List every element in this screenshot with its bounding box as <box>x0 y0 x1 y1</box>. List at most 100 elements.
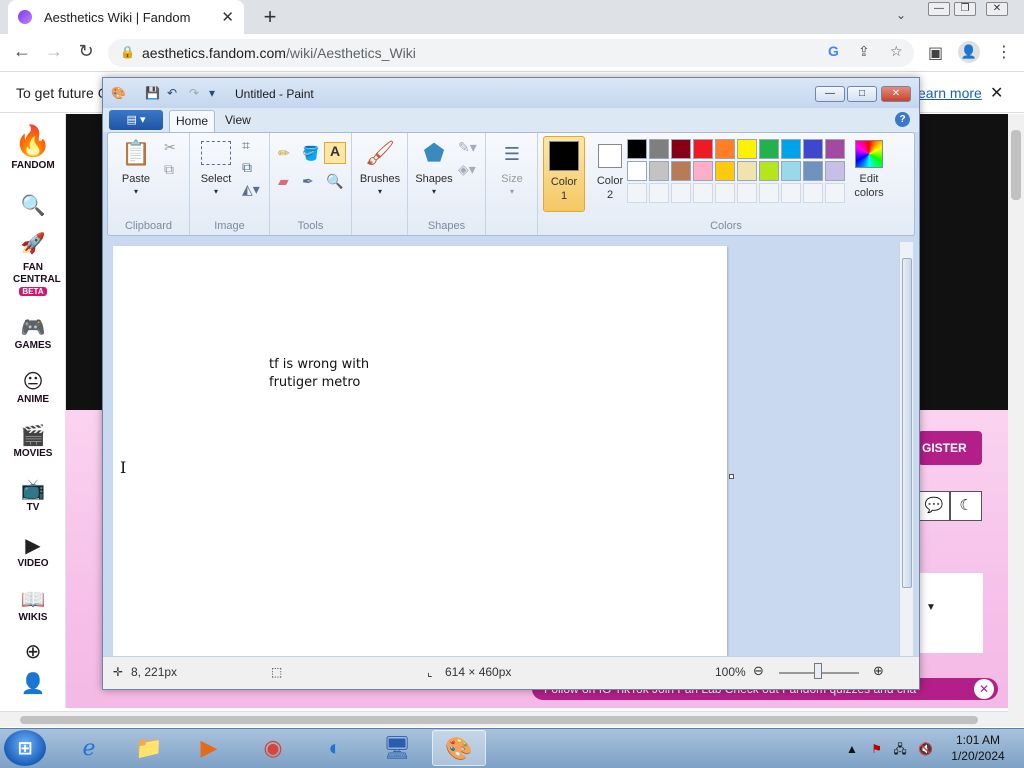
palette-swatch[interactable] <box>715 139 735 159</box>
volume-muted-icon[interactable]: 🔇 <box>918 742 933 756</box>
media-player-icon[interactable]: ▶ <box>182 730 236 766</box>
tab-search-icon[interactable]: ⌄ <box>896 8 906 22</box>
palette-swatch[interactable] <box>825 139 845 159</box>
magnifier-icon[interactable]: 🔍 <box>326 173 343 190</box>
paint-minimize-button[interactable]: — <box>815 86 845 102</box>
palette-swatch-empty[interactable] <box>627 183 647 203</box>
paint-close-button[interactable]: ✕ <box>881 86 911 102</box>
rail-video[interactable]: ▶ VIDEO <box>0 534 66 569</box>
resize-icon[interactable]: ⧉ <box>242 159 252 176</box>
palette-swatch-empty[interactable] <box>649 183 669 203</box>
redo-icon[interactable]: ↷ <box>189 86 199 100</box>
palette-swatch[interactable] <box>627 161 647 181</box>
palette-swatch-empty[interactable] <box>693 183 713 203</box>
rail-anime[interactable]: 😐 ANIME <box>0 370 66 405</box>
zoom-slider-thumb[interactable] <box>814 663 822 679</box>
browser-tab[interactable]: Aesthetics Wiki | Fandom ✕ <box>8 0 244 34</box>
dark-mode-moon-icon[interactable]: ☾ <box>950 491 982 521</box>
palette-swatch[interactable] <box>803 139 823 159</box>
eraser-icon[interactable]: ▰ <box>278 173 289 190</box>
zoom-out-icon[interactable]: ⊖ <box>753 663 764 679</box>
learn-more-link[interactable]: earn more <box>918 85 982 101</box>
color-picker-icon[interactable]: ✒ <box>302 173 314 190</box>
palette-swatch[interactable] <box>693 139 713 159</box>
banner-close-icon[interactable]: ✕ <box>990 83 1003 103</box>
tab-home[interactable]: Home <box>169 110 215 132</box>
tab-view[interactable]: View <box>225 113 251 127</box>
palette-swatch[interactable] <box>759 139 779 159</box>
undo-icon[interactable]: ↶ <box>167 86 177 100</box>
palette-swatch[interactable] <box>803 161 823 181</box>
register-button[interactable]: GISTER <box>918 431 982 465</box>
bookmark-star-icon[interactable]: ☆ <box>890 43 903 60</box>
side-panel-icon[interactable]: ▣ <box>928 43 943 63</box>
palette-swatch[interactable] <box>781 139 801 159</box>
paint-taskbar-icon[interactable]: 🎨 <box>432 730 486 766</box>
google-lens-icon[interactable]: G <box>828 43 839 59</box>
minimize-window-button[interactable]: — <box>928 2 950 16</box>
palette-swatch[interactable] <box>649 139 669 159</box>
action-center-flag-icon[interactable]: ⚑ <box>871 742 882 756</box>
palette-swatch[interactable] <box>737 139 757 159</box>
select-button[interactable]: Select ▾ <box>196 139 236 197</box>
palette-swatch[interactable] <box>737 161 757 181</box>
edit-colors-button[interactable]: Edit colors <box>851 136 887 212</box>
profile-avatar-icon[interactable]: 👤 <box>958 41 980 63</box>
paint-file-menu-button[interactable]: ▤ ▾ <box>109 110 163 130</box>
palette-swatch[interactable] <box>649 161 669 181</box>
file-explorer-icon[interactable]: 📁 <box>122 730 176 766</box>
palette-swatch-empty[interactable] <box>781 183 801 203</box>
menu-kebab-icon[interactable]: ⋮ <box>996 42 1012 62</box>
vertical-scrollbar[interactable] <box>1008 114 1024 727</box>
rail-fandom[interactable]: 🔥 FANDOM <box>0 124 66 171</box>
color2-button[interactable]: Color 2 <box>589 136 631 212</box>
palette-swatch-empty[interactable] <box>715 183 735 203</box>
rail-wikis[interactable]: 📖 WIKIS <box>0 588 66 623</box>
size-button[interactable]: ☰ Size ▾ <box>492 139 532 197</box>
palette-swatch[interactable] <box>715 161 735 181</box>
discussions-icon[interactable]: 💬 <box>918 491 950 521</box>
text-tool-icon[interactable]: A <box>324 142 346 164</box>
close-window-button[interactable]: ✕ <box>986 2 1008 16</box>
save-icon[interactable]: 💾 <box>145 86 160 100</box>
remote-desktop-icon[interactable]: 🖥 <box>370 730 424 766</box>
palette-swatch[interactable] <box>627 139 647 159</box>
scrollbar-thumb[interactable] <box>902 258 912 588</box>
rail-create[interactable]: ⊕ <box>0 640 66 664</box>
scrollbar-thumb[interactable] <box>1011 130 1021 200</box>
palette-swatch-empty[interactable] <box>803 183 823 203</box>
canvas-resize-handle[interactable] <box>729 474 734 479</box>
new-tab-button[interactable]: + <box>258 4 282 30</box>
start-button[interactable]: ⊞ <box>4 730 46 766</box>
cut-icon[interactable]: ✂ <box>164 139 176 156</box>
palette-swatch[interactable] <box>693 161 713 181</box>
copy-icon[interactable]: ⧉ <box>164 161 174 178</box>
outline-icon[interactable]: ✎▾ <box>458 139 477 156</box>
edge-icon[interactable]: ◐ <box>308 730 362 766</box>
palette-swatch[interactable] <box>759 161 779 181</box>
palette-swatch[interactable] <box>781 161 801 181</box>
paste-button[interactable]: 📋 Paste ▾ <box>114 139 158 197</box>
palette-swatch[interactable] <box>671 161 691 181</box>
zoom-in-icon[interactable]: ⊕ <box>873 663 884 679</box>
rail-games[interactable]: 🎮 GAMES <box>0 316 66 351</box>
palette-swatch-empty[interactable] <box>759 183 779 203</box>
rail-tv[interactable]: 📺 TV <box>0 478 66 513</box>
brushes-button[interactable]: 🖌 Brushes ▾ <box>358 139 402 197</box>
show-hidden-icons[interactable]: ▲ <box>846 742 858 756</box>
restore-window-button[interactable]: ❐ <box>954 2 976 16</box>
close-tab-icon[interactable]: ✕ <box>221 8 234 26</box>
share-icon[interactable]: ⇪ <box>858 43 870 60</box>
rail-fan-central[interactable]: 🚀 FAN CENTRAL BETA <box>0 232 66 297</box>
internet-explorer-icon[interactable]: ℯ <box>62 730 116 766</box>
palette-swatch[interactable] <box>825 161 845 181</box>
dropdown-arrow-icon[interactable]: ▼ <box>926 602 936 613</box>
address-bar[interactable]: 🔒 aesthetics.fandom.com/wiki/Aesthetics_… <box>108 39 914 67</box>
lock-icon[interactable]: 🔒 <box>120 45 135 59</box>
chrome-icon[interactable]: ◉ <box>246 730 300 766</box>
pencil-icon[interactable]: ✏ <box>278 145 290 162</box>
back-icon[interactable]: ← <box>10 41 34 62</box>
color1-button[interactable]: Color 1 <box>543 136 585 212</box>
help-icon[interactable]: ? <box>895 112 910 127</box>
canvas-text[interactable]: tf is wrong with frutiger metro <box>269 356 369 392</box>
